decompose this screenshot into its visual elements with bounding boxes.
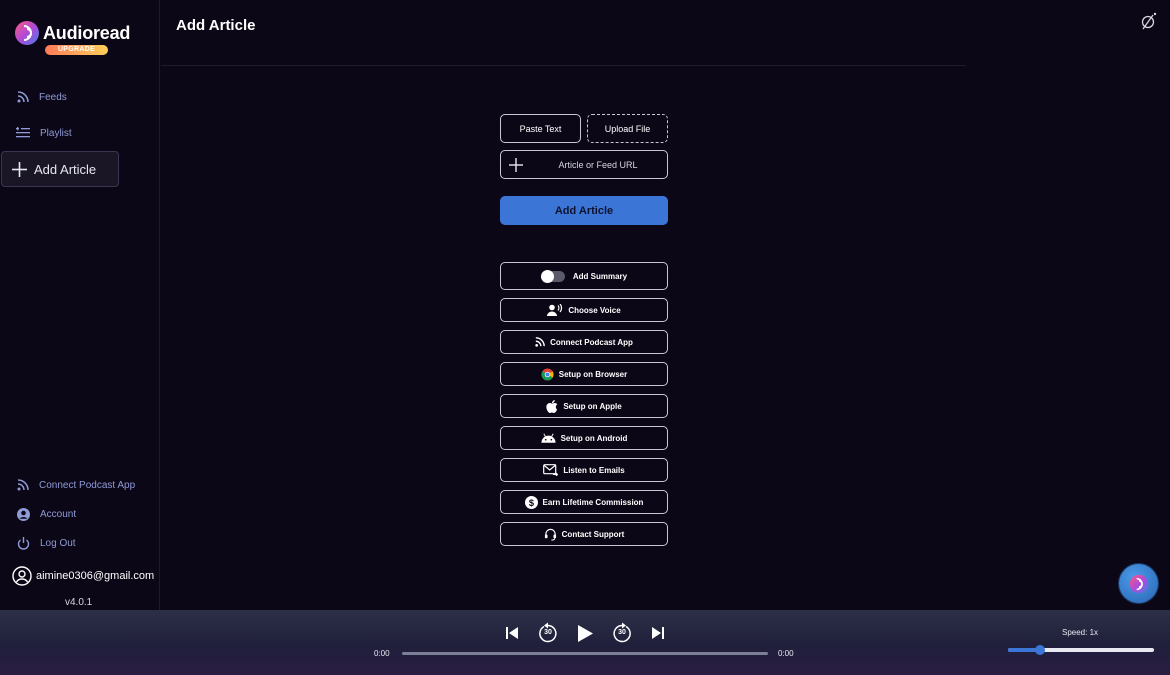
sidebar-item-label: Log Out: [40, 537, 76, 549]
dollar-icon: $: [524, 495, 538, 509]
sidebar-item-playlist[interactable]: Playlist: [16, 125, 72, 141]
earn-lifetime-commission-button[interactable]: $ Earn Lifetime Commission: [500, 490, 668, 514]
playlist-icon: [16, 127, 30, 138]
rss-icon: [535, 337, 545, 347]
setup-on-browser-button[interactable]: Setup on Browser: [500, 362, 668, 386]
chrome-icon: [541, 367, 554, 381]
power-icon: [17, 536, 30, 550]
option-label: Choose Voice: [568, 305, 621, 315]
sidebar-item-log-out[interactable]: Log Out: [17, 535, 76, 551]
contact-support-button[interactable]: Contact Support: [500, 522, 668, 546]
svg-text:$: $: [528, 498, 534, 508]
previous-track-icon[interactable]: [505, 626, 519, 640]
option-label: Listen to Emails: [563, 465, 625, 475]
speed-slider[interactable]: [1008, 645, 1154, 655]
option-label: Setup on Apple: [563, 401, 622, 411]
empty-set-icon[interactable]: [1141, 12, 1157, 30]
speed-label: Speed: 1x: [1062, 628, 1099, 637]
option-label: Contact Support: [561, 529, 625, 539]
summary-toggle-switch[interactable]: [540, 269, 565, 283]
skip-back-seconds: 30: [544, 629, 552, 636]
sidebar: Audioread UPGRADE Feeds Playlist Add Art…: [0, 0, 160, 610]
skip-forward-button[interactable]: 30: [612, 622, 632, 644]
option-label: Add Summary: [572, 271, 628, 281]
article-url-input[interactable]: [529, 151, 667, 178]
sidebar-item-feeds[interactable]: Feeds: [17, 89, 67, 105]
voice-icon: [547, 304, 563, 316]
rss-icon: [17, 91, 29, 103]
duration-time: 0:00: [778, 649, 794, 658]
app-version: v4.0.1: [65, 597, 93, 608]
audio-player-bar: 30 30 0:00 0:00 Speed: 1x: [0, 610, 1170, 675]
audioread-logo-icon: [15, 21, 39, 45]
choose-voice-button[interactable]: Choose Voice: [500, 298, 668, 322]
play-icon[interactable]: [576, 624, 594, 643]
sidebar-item-connect-podcast-app[interactable]: Connect Podcast App: [17, 477, 135, 493]
brand-logo[interactable]: Audioread UPGRADE: [14, 18, 154, 58]
account-icon: [17, 507, 30, 521]
option-label: Earn Lifetime Commission: [542, 497, 644, 507]
add-summary-option[interactable]: Add Summary: [500, 262, 668, 290]
add-article-button[interactable]: Add Article: [500, 196, 668, 225]
option-label: Connect Podcast App: [550, 337, 633, 347]
sidebar-item-label: Playlist: [40, 127, 72, 139]
setup-on-apple-button[interactable]: Setup on Apple: [500, 394, 668, 418]
brand-name: Audioread: [43, 23, 131, 43]
setup-on-android-button[interactable]: Setup on Android: [500, 426, 668, 450]
toggle-knob: [540, 269, 554, 283]
speed-slider-thumb[interactable]: [1035, 645, 1045, 655]
sidebar-item-label: Add Article: [34, 161, 97, 177]
option-label: Setup on Browser: [558, 369, 628, 379]
headset-icon: [544, 528, 556, 541]
sidebar-item-label: Feeds: [39, 91, 67, 103]
listen-to-emails-button[interactable]: Listen to Emails: [500, 458, 668, 482]
skip-forward-seconds: 30: [618, 629, 626, 636]
user-email: aimine0306@gmail.com: [36, 570, 155, 582]
android-icon: [541, 433, 556, 443]
skip-back-button[interactable]: 30: [538, 622, 558, 644]
sidebar-item-label: Connect Podcast App: [39, 479, 136, 491]
upload-file-button[interactable]: Upload File: [587, 114, 668, 143]
audioread-logo-icon: [1129, 574, 1148, 593]
user-avatar-icon: [12, 566, 32, 586]
plus-icon: [509, 158, 523, 172]
user-profile[interactable]: aimine0306@gmail.com: [12, 566, 154, 586]
page-title: Add Article: [176, 17, 256, 34]
paste-text-button[interactable]: Paste Text: [500, 114, 581, 143]
assistant-fab-button[interactable]: [1119, 564, 1158, 603]
sidebar-item-account[interactable]: Account: [17, 506, 76, 522]
next-track-icon[interactable]: [651, 626, 665, 640]
progress-bar[interactable]: [402, 652, 768, 655]
option-label: Setup on Android: [560, 433, 628, 443]
connect-podcast-app-button[interactable]: Connect Podcast App: [500, 330, 668, 354]
sidebar-item-add-article[interactable]: Add Article: [1, 151, 119, 187]
header-divider: [161, 65, 966, 66]
apple-icon: [546, 399, 558, 413]
email-icon: [543, 464, 559, 476]
upgrade-badge[interactable]: UPGRADE: [45, 45, 108, 55]
url-field[interactable]: [500, 150, 668, 179]
sidebar-item-label: Account: [40, 508, 77, 520]
current-time: 0:00: [374, 649, 390, 658]
plus-icon: [12, 161, 27, 177]
rss-icon: [17, 479, 29, 491]
